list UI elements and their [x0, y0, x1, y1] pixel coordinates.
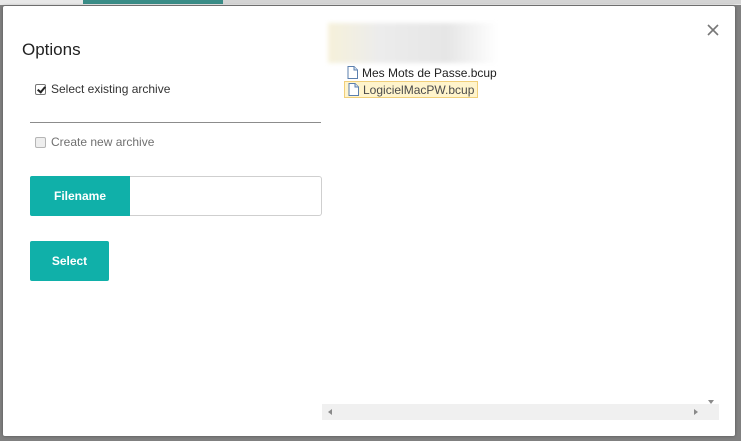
create-new-option[interactable]: Create new archive [35, 134, 154, 150]
divider [30, 122, 321, 123]
file-icon [347, 66, 358, 79]
scroll-right-arrow-icon[interactable] [694, 409, 698, 415]
file-icon [348, 83, 359, 96]
file-item-selected[interactable]: LogicielMacPW.bcup [344, 81, 479, 98]
blurred-path-header [328, 23, 498, 63]
select-button[interactable]: Select [30, 241, 109, 281]
background-tab-strip [0, 0, 741, 5]
file-name: Mes Mots de Passe.bcup [362, 65, 497, 80]
active-tab-indicator [83, 0, 223, 4]
file-browser[interactable]: Mes Mots de Passe.bcup LogicielMacPW.bcu… [322, 23, 719, 421]
select-existing-option[interactable]: Select existing archive [35, 81, 170, 97]
filename-field-group: Filename [30, 176, 322, 216]
scroll-left-arrow-icon[interactable] [328, 409, 332, 415]
scrollbar-corner [704, 404, 719, 420]
horizontal-scrollbar[interactable] [322, 404, 704, 420]
options-dialog: Options Select existing archive Create n… [3, 6, 735, 436]
select-existing-label: Select existing archive [51, 82, 171, 96]
vertical-scrollbar[interactable] [704, 38, 719, 406]
create-new-checkbox[interactable] [35, 136, 46, 148]
select-existing-checkbox[interactable] [35, 83, 46, 95]
file-item[interactable]: Mes Mots de Passe.bcup [344, 64, 500, 81]
dialog-title: Options [22, 40, 81, 59]
filename-input[interactable] [130, 176, 322, 216]
inactive-tab-strip [223, 0, 741, 4]
filename-label: Filename [30, 176, 130, 216]
create-new-label: Create new archive [51, 135, 155, 149]
file-name: LogicielMacPW.bcup [363, 82, 475, 97]
